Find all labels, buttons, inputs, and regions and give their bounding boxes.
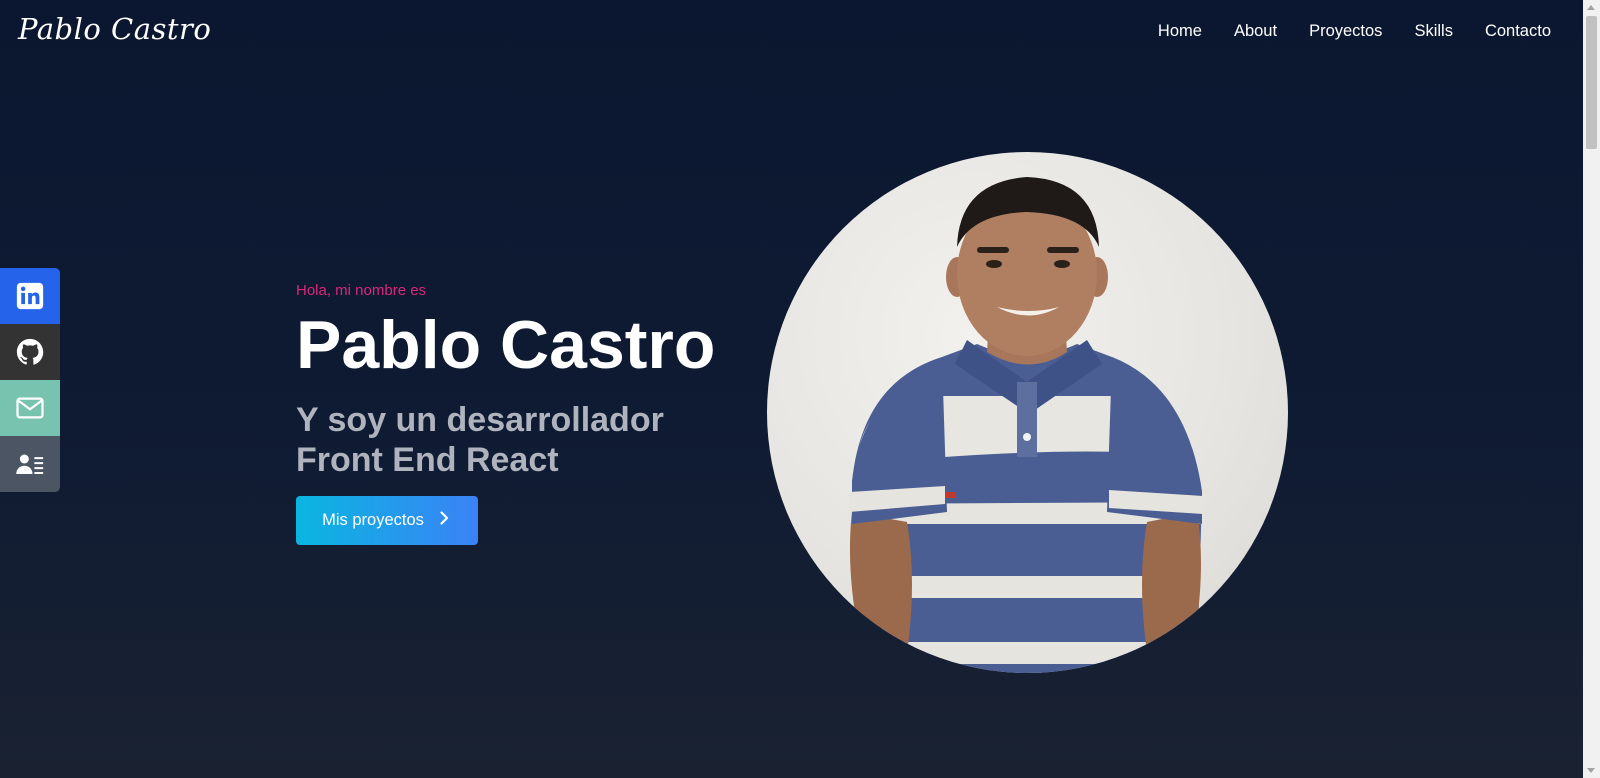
resume-link[interactable] (0, 436, 60, 492)
projects-button[interactable]: Mis proyectos (296, 496, 478, 545)
nav-proyectos[interactable]: Proyectos (1309, 20, 1382, 42)
hero-role: Y soy un desarrollador Front End React (296, 400, 756, 480)
github-link[interactable] (0, 324, 60, 380)
hero-intro: Hola, mi nombre es Pablo Castro Y soy un… (296, 280, 756, 480)
site-logo[interactable]: Pablo Castro (18, 12, 211, 46)
hero-name: Pablo Castro (296, 307, 716, 383)
nav-skills[interactable]: Skills (1414, 20, 1453, 42)
main-nav: Home About Proyectos Skills Contacto (1126, 20, 1551, 42)
linkedin-link[interactable] (0, 268, 60, 324)
hero-role-line1: Y soy un desarrollador (296, 401, 664, 439)
scroll-down-arrow-icon[interactable] (1587, 768, 1595, 773)
mail-icon (15, 393, 45, 423)
profile-photo (767, 152, 1288, 673)
nav-about[interactable]: About (1234, 20, 1277, 42)
hero-greeting: Hola, mi nombre es (296, 282, 427, 299)
nav-home[interactable]: Home (1158, 20, 1202, 42)
email-link[interactable] (0, 380, 60, 436)
page: Pablo Castro Home About Proyectos Skills… (0, 0, 1583, 778)
projects-button-label: Mis proyectos (322, 511, 424, 529)
page-scrollbar[interactable] (1583, 0, 1600, 778)
chevron-right-icon (436, 510, 452, 531)
hero-role-line2: Front End React (296, 441, 559, 479)
linkedin-icon (15, 281, 45, 311)
scrollbar-thumb[interactable] (1586, 16, 1597, 149)
scroll-up-arrow-icon[interactable] (1587, 5, 1595, 10)
social-sidebar (0, 268, 60, 492)
github-icon (15, 337, 45, 367)
nav-contacto[interactable]: Contacto (1485, 20, 1551, 42)
resume-icon (15, 449, 45, 479)
